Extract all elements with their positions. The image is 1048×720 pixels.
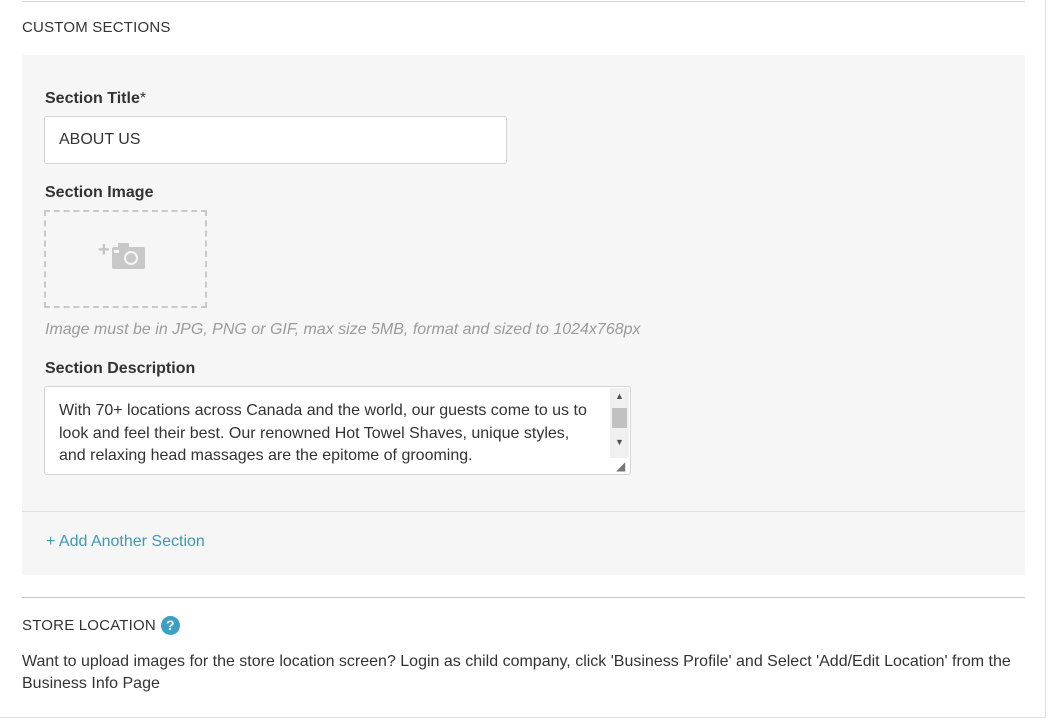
section-image-upload[interactable]: + bbox=[44, 210, 207, 308]
section-divider bbox=[22, 597, 1025, 598]
section-description-label: Section Description bbox=[45, 360, 196, 377]
card-divider bbox=[22, 511, 1025, 512]
camera-icon bbox=[112, 243, 145, 269]
scroll-thumb[interactable] bbox=[612, 408, 627, 428]
textarea-scrollbar[interactable]: ▲ ▼ bbox=[610, 388, 629, 458]
section-image-label: Section Image bbox=[45, 184, 154, 201]
top-divider bbox=[22, 1, 1025, 2]
resize-handle-icon[interactable]: ◢ bbox=[616, 460, 628, 472]
section-description-text[interactable]: With 70+ locations across Canada and the… bbox=[59, 400, 599, 468]
help-icon[interactable]: ? bbox=[160, 616, 180, 635]
add-another-section-link[interactable]: + Add Another Section bbox=[46, 533, 205, 551]
section-title-input[interactable] bbox=[44, 116, 507, 164]
section-description-textarea[interactable]: With 70+ locations across Canada and the… bbox=[44, 386, 631, 475]
custom-sections-heading: CUSTOM SECTIONS bbox=[22, 19, 171, 36]
scroll-down-arrow-icon[interactable]: ▼ bbox=[610, 434, 629, 450]
store-location-title: STORE LOCATION bbox=[22, 617, 156, 634]
section-title-label-text: Section Title bbox=[45, 90, 140, 107]
store-location-heading: STORE LOCATION ? bbox=[22, 616, 180, 635]
store-location-instructions: Want to upload images for the store loca… bbox=[22, 653, 1011, 692]
plus-icon: + bbox=[98, 239, 110, 261]
settings-panel: CUSTOM SECTIONS Section Title* Section I… bbox=[0, 0, 1046, 718]
required-mark: * bbox=[139, 90, 147, 107]
section-title-label: Section Title* bbox=[45, 90, 146, 108]
image-requirements-hint: Image must be in JPG, PNG or GIF, max si… bbox=[45, 321, 641, 338]
custom-section-card: Section Title* Section Image + Image mus… bbox=[22, 55, 1025, 575]
scroll-up-arrow-icon[interactable]: ▲ bbox=[610, 388, 629, 404]
